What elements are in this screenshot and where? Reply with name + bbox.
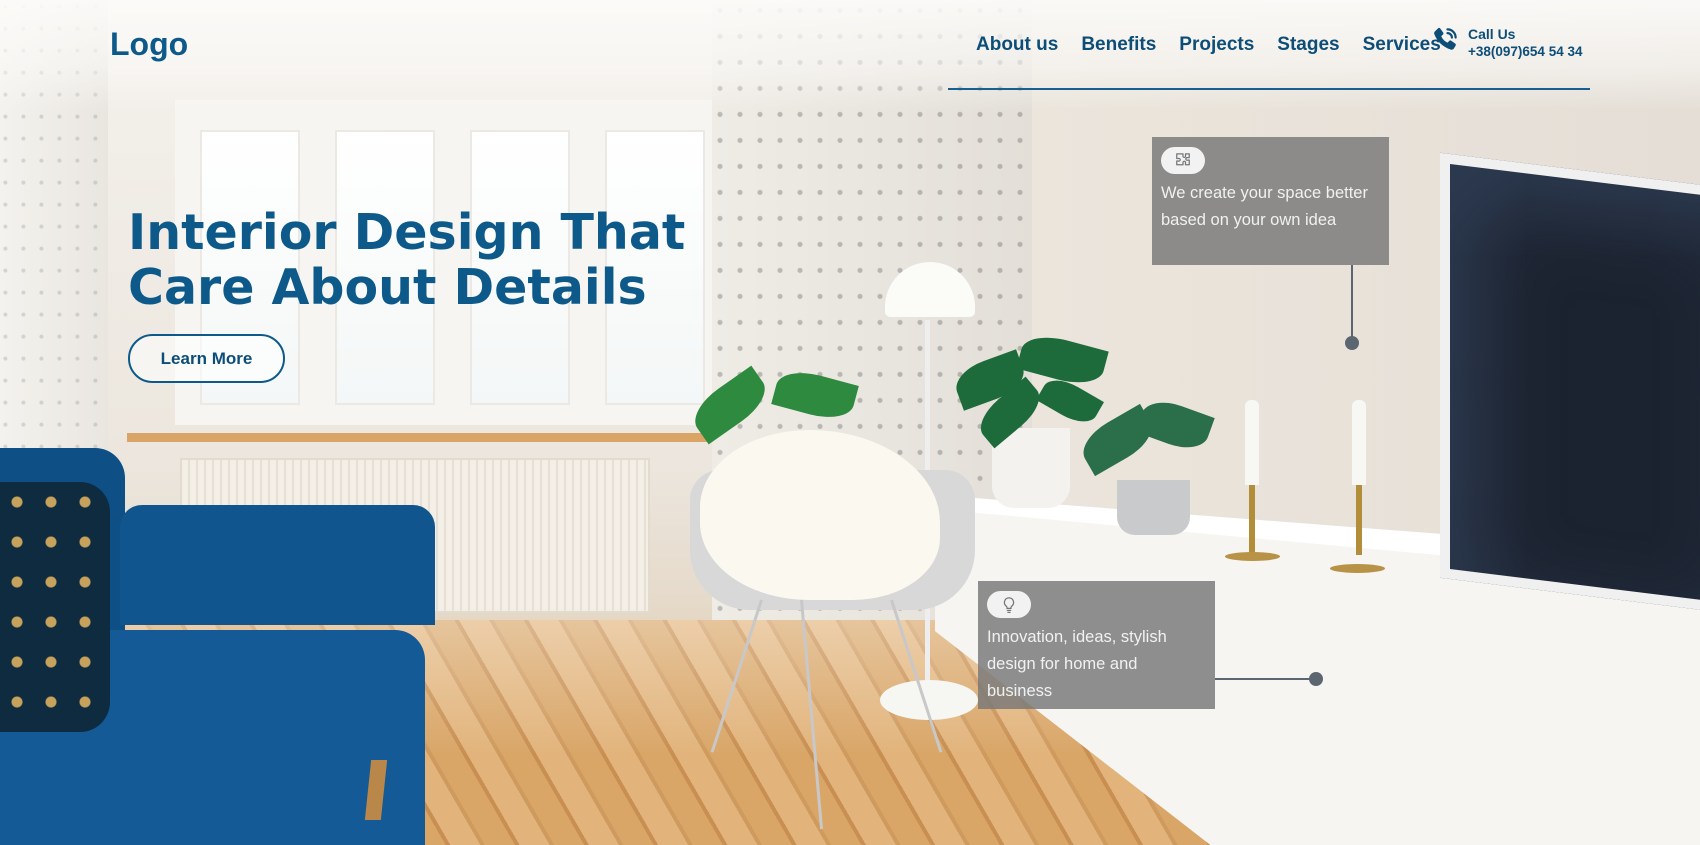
callout-1-line-1: We create your space better — [1161, 183, 1368, 202]
callout-1-hotspot[interactable] — [1345, 336, 1359, 350]
call-us-contact[interactable]: Call Us +38(097)654 54 34 — [1430, 25, 1582, 59]
feature-callout-innovation: Innovation, ideas, stylish design for ho… — [978, 581, 1215, 709]
hero-title-line-2: Care About Details — [128, 259, 647, 316]
hero-title: Interior Design That Care About Details — [128, 205, 768, 315]
main-nav: About us Benefits Projects Stages Servic… — [976, 34, 1441, 56]
hero-background-photo — [0, 0, 1700, 845]
callout-2-line-1: Innovation, ideas, stylish — [987, 627, 1167, 646]
callout-2-line-3: business — [987, 681, 1053, 700]
hero-title-line-1: Interior Design That — [128, 204, 686, 261]
nav-stages[interactable]: Stages — [1277, 34, 1339, 56]
header-divider — [948, 88, 1590, 90]
nav-about-us[interactable]: About us — [976, 34, 1058, 56]
callout-2-line-2: design for home and — [987, 654, 1138, 673]
callout-2-hotspot[interactable] — [1309, 672, 1323, 686]
nav-projects[interactable]: Projects — [1179, 34, 1254, 56]
puzzle-icon — [1161, 147, 1205, 174]
callout-1-connector — [1351, 265, 1353, 341]
call-us-label: Call Us — [1468, 25, 1516, 42]
lightbulb-icon — [987, 591, 1031, 618]
callout-1-line-2: based on your own idea — [1161, 210, 1337, 229]
site-logo[interactable]: Logo — [110, 26, 188, 63]
nav-benefits[interactable]: Benefits — [1081, 34, 1156, 56]
callout-2-connector — [1215, 678, 1310, 680]
feature-callout-space: We create your space better based on you… — [1152, 137, 1389, 265]
phone-number[interactable]: +38(097)654 54 34 — [1468, 44, 1582, 59]
phone-icon — [1430, 25, 1460, 59]
learn-more-button[interactable]: Learn More — [128, 334, 285, 383]
